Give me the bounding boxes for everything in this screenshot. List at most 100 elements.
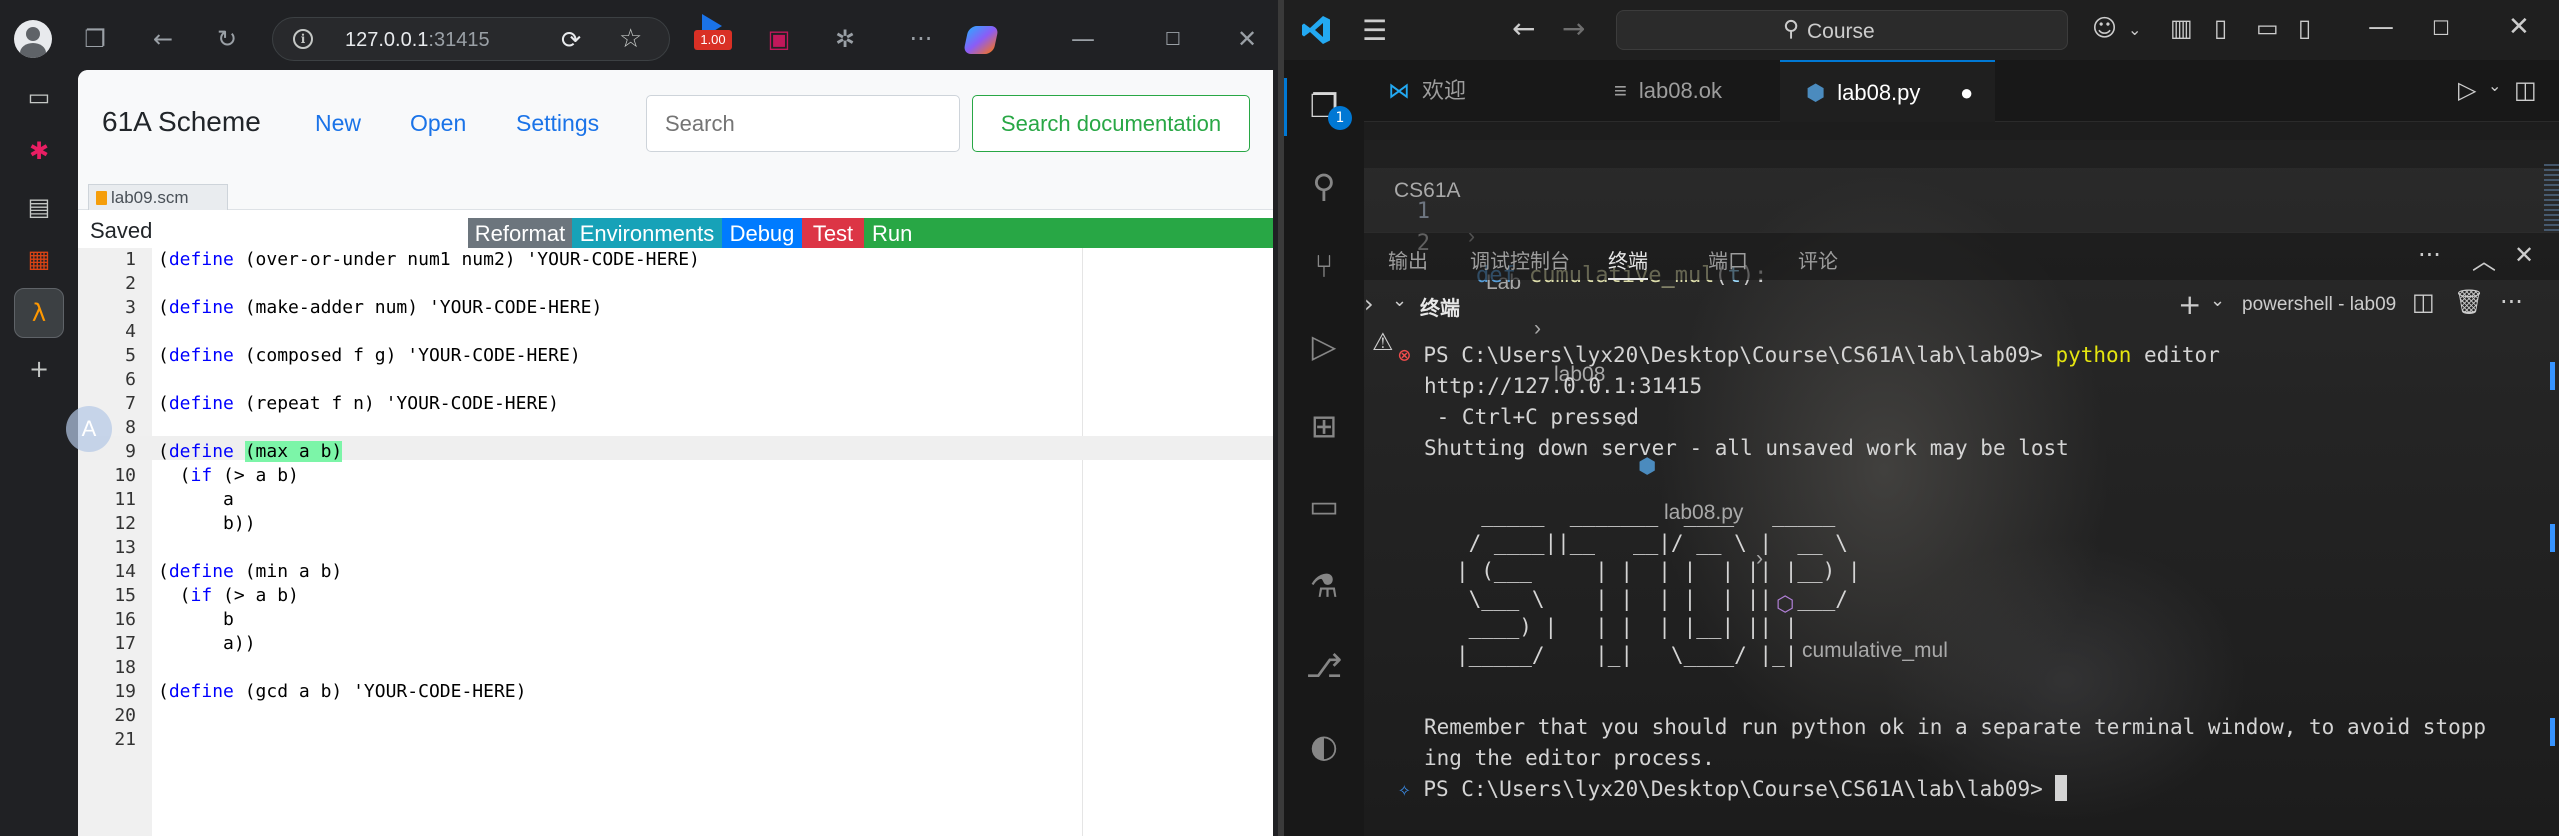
toggle-secondary-sidebar-icon[interactable]: ▯ bbox=[2298, 14, 2311, 42]
maximize-icon[interactable]: ☐ bbox=[1152, 18, 1194, 60]
panel-tab-terminal[interactable]: 终端 bbox=[1608, 245, 1648, 280]
remote-explorer-icon[interactable]: ▭ bbox=[1302, 484, 1346, 528]
copilot-dropdown-icon[interactable]: ⌄ bbox=[2128, 20, 2141, 39]
code-line: 2 bbox=[78, 272, 1273, 296]
minimize-icon[interactable]: — bbox=[2368, 12, 2394, 42]
split-editor-icon[interactable]: ◫ bbox=[2514, 76, 2537, 104]
more-menu-icon[interactable]: ··· bbox=[900, 18, 942, 60]
python-editor[interactable]: 1 2 def cumulative_mul(t): bbox=[1364, 160, 2559, 288]
line-number: 5 bbox=[125, 345, 136, 366]
file-tab-lab09[interactable]: lab09.scm bbox=[88, 184, 228, 212]
site-info-icon[interactable]: i bbox=[293, 29, 313, 49]
settings-link[interactable]: Settings bbox=[516, 110, 599, 137]
extensions-icon[interactable]: ⊞ bbox=[1302, 404, 1346, 448]
search-documentation-button[interactable]: Search documentation bbox=[972, 95, 1250, 152]
new-link[interactable]: New bbox=[315, 110, 361, 137]
source-control-icon[interactable]: ⑂ bbox=[1302, 244, 1346, 288]
search-icon[interactable]: ⚲ bbox=[1302, 164, 1346, 208]
menu-icon[interactable]: ☰ bbox=[1362, 14, 1387, 47]
edge-devtools-icon[interactable]: ◐ bbox=[1302, 724, 1346, 768]
test-button[interactable]: Test bbox=[802, 218, 864, 250]
toggle-panel-icon[interactable]: ▭ bbox=[2256, 14, 2279, 42]
run-button[interactable]: Run bbox=[864, 218, 1273, 250]
workspaces-icon[interactable]: ❐ bbox=[74, 18, 116, 60]
tab-lab08-py[interactable]: ⬢ lab08.py ● bbox=[1780, 60, 1995, 122]
app-pinwheel-icon[interactable]: ✱ bbox=[20, 132, 58, 170]
copilot-icon[interactable] bbox=[963, 26, 999, 54]
panel-tab-comments[interactable]: 评论 bbox=[1798, 245, 1838, 274]
debug-button[interactable]: Debug bbox=[722, 218, 802, 250]
close-icon[interactable]: ✕ bbox=[1226, 18, 1268, 60]
nav-forward-icon[interactable]: → bbox=[1562, 12, 1585, 45]
tab-welcome[interactable]: ⋈ 欢迎 bbox=[1364, 60, 1574, 122]
reading-icon[interactable]: ▤ bbox=[20, 188, 58, 226]
new-terminal-icon[interactable]: + bbox=[2178, 288, 2201, 321]
git-graph-icon[interactable]: ⎇ bbox=[1302, 644, 1346, 688]
split-terminal-icon[interactable]: ◫ bbox=[2412, 288, 2435, 316]
tv-extension-icon[interactable]: ▣ bbox=[758, 18, 800, 60]
ascii-art-line: |_____/ |_| \____/ |_| bbox=[1456, 643, 1798, 667]
back-icon[interactable]: ← bbox=[142, 18, 184, 60]
extension-badge: 1.00 bbox=[694, 30, 732, 50]
terminal-more-icon[interactable]: ··· bbox=[2500, 288, 2523, 316]
chevron-right-icon[interactable]: › bbox=[1364, 290, 1374, 318]
tab-strip-icon[interactable]: ▭ bbox=[20, 78, 58, 116]
run-dropdown-icon[interactable]: ⌄ bbox=[2488, 76, 2501, 95]
unsaved-dot-icon[interactable]: ● bbox=[1960, 62, 1973, 124]
panel-tab-debug-console[interactable]: 调试控制台 bbox=[1470, 245, 1570, 274]
run-python-icon[interactable]: ▷ bbox=[2458, 76, 2476, 104]
floating-assistant-icon[interactable]: A bbox=[66, 406, 112, 452]
profile-avatar[interactable] bbox=[14, 20, 52, 58]
panel-tab-ports[interactable]: 端口 bbox=[1708, 245, 1748, 274]
terminal-instance-name[interactable]: powershell - lab09 bbox=[2242, 294, 2396, 316]
minimap[interactable] bbox=[2544, 164, 2559, 234]
copilot-icon[interactable]: ☺ bbox=[2092, 14, 2117, 42]
code-text: a)) bbox=[158, 633, 256, 654]
run-debug-icon[interactable]: ▷ bbox=[1302, 324, 1346, 368]
python-file-icon: ⬢ bbox=[1806, 80, 1826, 105]
environments-button[interactable]: Environments bbox=[572, 218, 722, 250]
reformat-button[interactable]: Reformat bbox=[468, 218, 572, 250]
minimize-icon[interactable]: — bbox=[1062, 18, 1104, 60]
code-line: 8 bbox=[78, 416, 1273, 440]
scrollbar-marker bbox=[2550, 362, 2555, 390]
add-icon[interactable]: + bbox=[20, 350, 58, 388]
command-center-search[interactable]: ⚲ Course bbox=[1616, 10, 2068, 50]
code-text: a bbox=[158, 489, 234, 510]
app-grid-icon[interactable]: ▦ bbox=[20, 240, 58, 278]
code-line: 6 bbox=[78, 368, 1273, 392]
activity-bar: ❐ 1 ⚲ ⑂ ▷ ⊞ ▭ ⚗ ⎇ ◐ bbox=[1284, 60, 1364, 836]
terminal-dropdown-icon[interactable]: ⌄ bbox=[2210, 290, 2225, 311]
refresh-icon[interactable]: ↻ bbox=[206, 18, 248, 60]
scheme-app-icon[interactable]: λ bbox=[20, 294, 58, 332]
trash-icon[interactable]: 🗑 bbox=[2454, 288, 2484, 316]
close-panel-icon[interactable]: ✕ bbox=[2514, 241, 2534, 269]
code-text: b)) bbox=[158, 513, 256, 534]
code-line: 11 a bbox=[78, 488, 1273, 512]
nav-back-icon[interactable]: ← bbox=[1512, 12, 1535, 45]
address-bar[interactable]: i 127.0.0.1:31415 ⟳ ☆ bbox=[272, 17, 670, 61]
maximize-icon[interactable]: ☐ bbox=[2432, 16, 2450, 40]
extensions-puzzle-icon[interactable]: ✲ bbox=[824, 18, 866, 60]
terminal-output[interactable]: ⊗ PS C:\Users\lyx20\Desktop\Course\CS61A… bbox=[1364, 340, 2559, 820]
terminal-line: http://127.0.0.1:31415 bbox=[1424, 374, 1703, 398]
search-input[interactable] bbox=[646, 95, 960, 152]
testing-flask-icon[interactable]: ⚗ bbox=[1302, 564, 1346, 608]
code-text: (if (> a b) bbox=[158, 585, 299, 606]
tab-lab08-ok[interactable]: ≡ lab08.ok bbox=[1574, 60, 1774, 122]
panel-more-icon[interactable]: ··· bbox=[2418, 241, 2441, 269]
code-text: (define (make-adder num) 'YOUR-CODE-HERE… bbox=[158, 297, 603, 318]
bookmark-star-icon[interactable]: ☆ bbox=[619, 24, 642, 54]
line-number: 16 bbox=[114, 609, 136, 630]
extension-icon[interactable]: ⟳ bbox=[561, 26, 581, 54]
panel-tab-output[interactable]: 输出 bbox=[1388, 245, 1428, 274]
line-number: 17 bbox=[114, 633, 136, 654]
open-link[interactable]: Open bbox=[410, 110, 466, 137]
maximize-panel-icon[interactable]: ︿ bbox=[2472, 241, 2496, 276]
chevron-down-icon[interactable]: ⌄ bbox=[1392, 290, 1407, 311]
toggle-primary-sidebar-icon[interactable]: ▯ bbox=[2214, 14, 2227, 42]
layout-customize-icon[interactable]: ▥ bbox=[2170, 14, 2193, 42]
close-icon[interactable]: ✕ bbox=[2508, 12, 2530, 42]
code-editor[interactable]: 1 (define (over-or-under num1 num2) 'YOUR… bbox=[78, 248, 1273, 836]
line-number: 11 bbox=[114, 489, 136, 510]
